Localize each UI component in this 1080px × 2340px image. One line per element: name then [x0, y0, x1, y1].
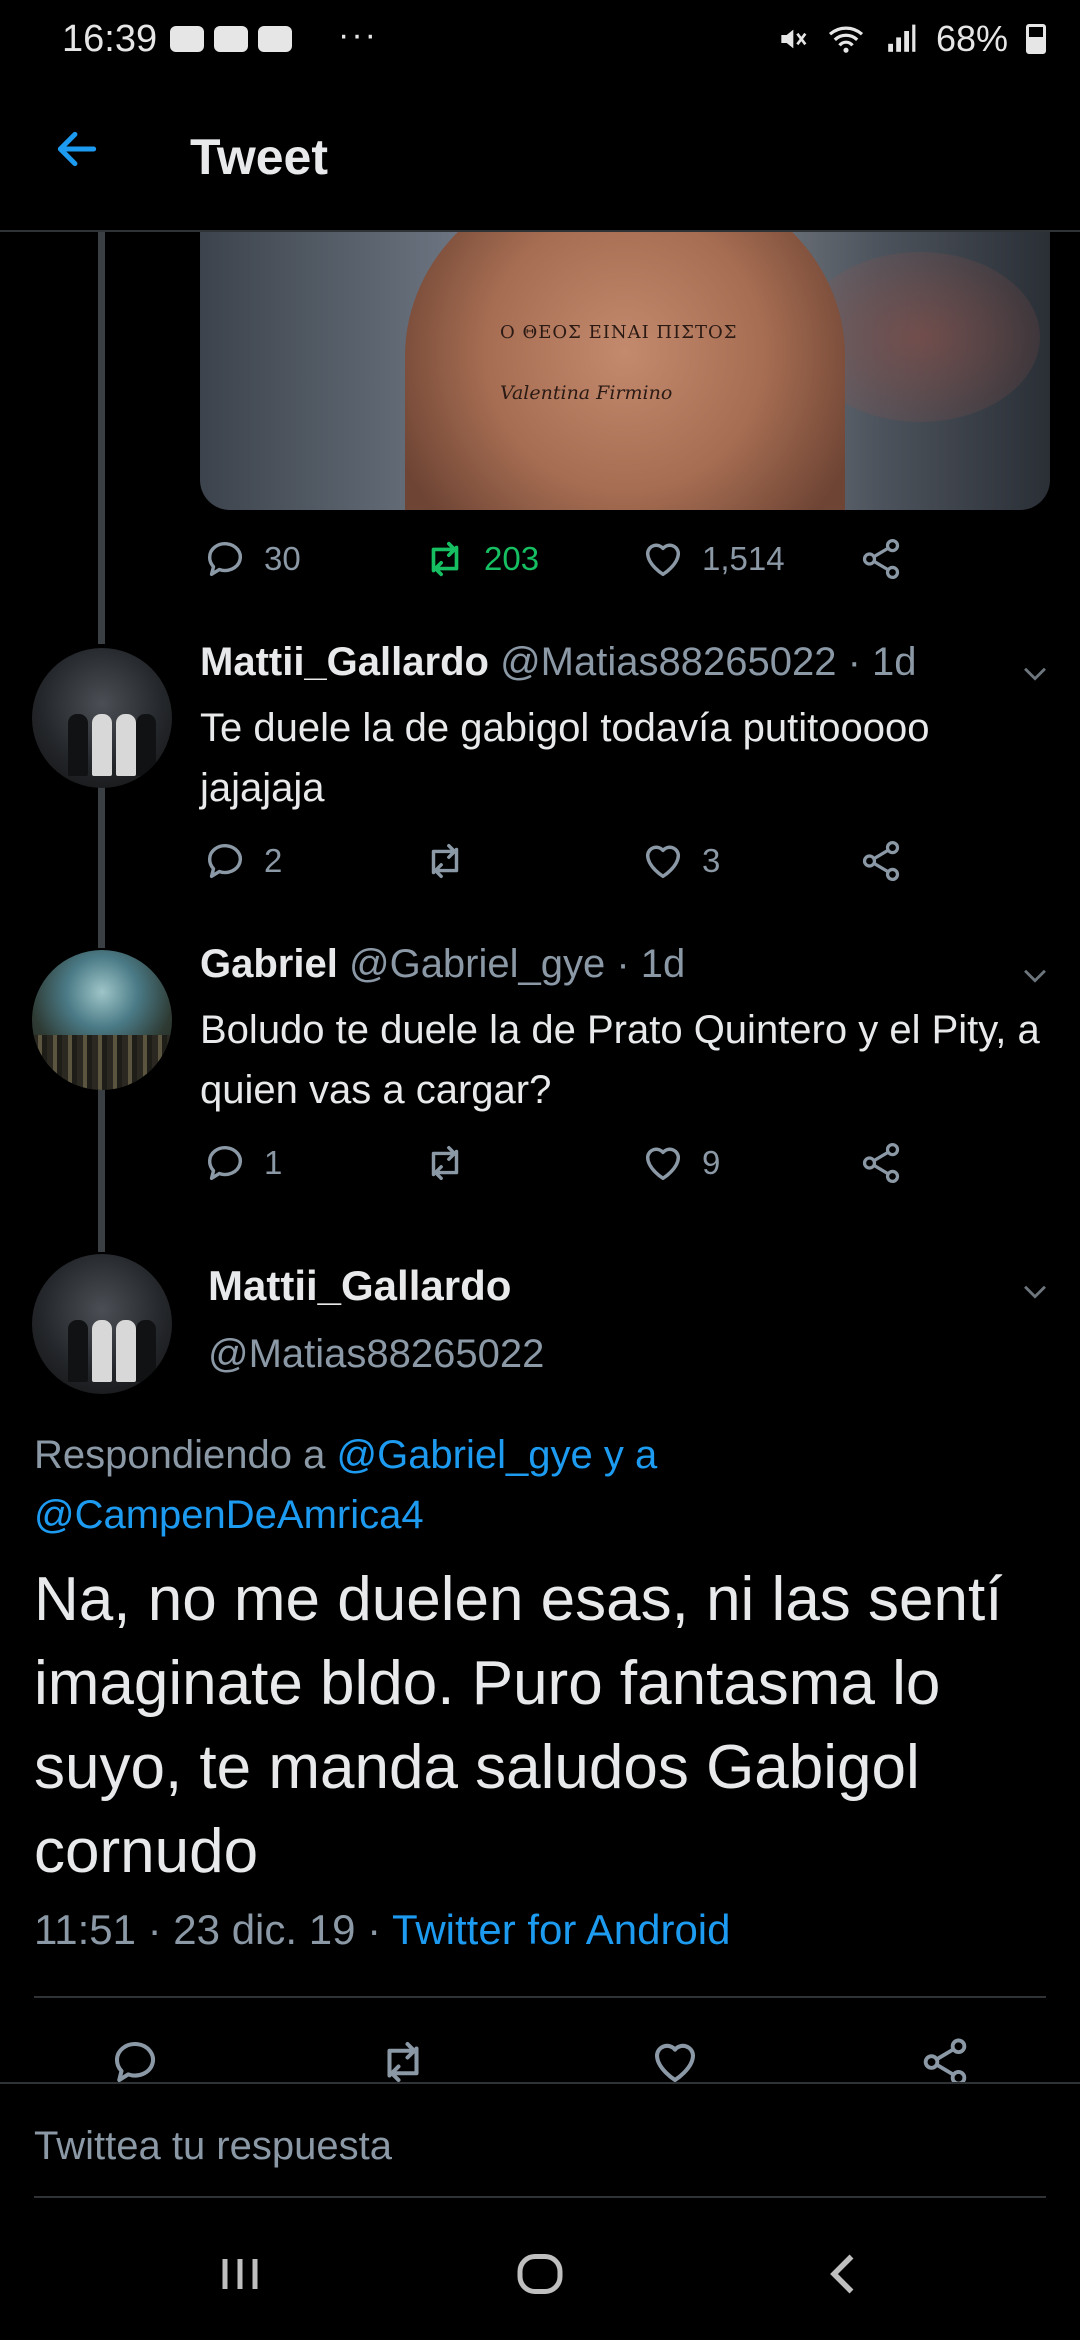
- like-button[interactable]: 3: [640, 838, 720, 884]
- reply-header: Mattii_Gallardo @Matias88265022 · 1d: [200, 640, 917, 685]
- share-icon: [862, 840, 900, 882]
- tweet-author-name[interactable]: Mattii_Gallardo: [208, 1262, 511, 1310]
- heart-icon: [645, 1147, 681, 1181]
- reply-icon: [207, 844, 243, 879]
- status-bar: 16:39 ··· 68%: [0, 0, 1080, 84]
- retweet-icon: [431, 1145, 459, 1181]
- tweet-actions: 2 3: [0, 838, 1080, 894]
- replying-prefix: Respondiendo a: [34, 1433, 337, 1477]
- retweet-button[interactable]: [422, 1140, 468, 1186]
- heart-icon: [654, 2043, 696, 2083]
- share-button[interactable]: [858, 838, 904, 884]
- reply-count: 2: [264, 842, 283, 879]
- tweet-actions: 1 9: [0, 1140, 1080, 1196]
- reply-input[interactable]: Twittea tu respuesta: [34, 2124, 392, 2169]
- reply-button[interactable]: 30: [202, 536, 301, 582]
- top-app-bar: Tweet: [0, 84, 1080, 232]
- reply-author-name[interactable]: Mattii_Gallardo: [200, 640, 489, 684]
- reply-count: 30: [264, 540, 301, 577]
- retweet-button[interactable]: 203: [422, 536, 539, 582]
- image-text: Ο ΘΕΟΣ ΕΙΝΑΙ ΠΙΣΤΟΣ: [500, 322, 738, 343]
- signal-icon: [888, 24, 916, 52]
- share-icon: [923, 2038, 967, 2086]
- share-button[interactable]: [918, 2035, 972, 2089]
- system-icons: 68%: [776, 18, 1046, 60]
- mute-icon: [781, 29, 807, 49]
- heart-icon: [645, 543, 681, 577]
- replying-to: Respondiendo a @Gabriel_gye y a @CampenD…: [34, 1425, 1044, 1545]
- home-icon[interactable]: [510, 2244, 570, 2304]
- system-nav-bar: [0, 2200, 1080, 2340]
- source-link[interactable]: Twitter for Android: [392, 1906, 730, 1953]
- avatar[interactable]: [32, 950, 172, 1090]
- like-count: 3: [702, 842, 721, 879]
- retweet-icon: [387, 2041, 419, 2083]
- share-button[interactable]: [858, 1140, 904, 1186]
- recents-icon[interactable]: [210, 2244, 270, 2304]
- like-count: 9: [702, 1144, 721, 1181]
- tweet-media-image[interactable]: Ο ΘΕΟΣ ΕΙΝΑΙ ΠΙΣΤΟΣ Valentina Firmino: [200, 232, 1050, 510]
- page-title: Tweet: [190, 129, 328, 185]
- mention-link[interactable]: @CampenDeAmrica4: [34, 1493, 424, 1537]
- chevron-down-icon[interactable]: [1018, 656, 1052, 690]
- share-icon: [862, 1142, 900, 1184]
- divider: [34, 2196, 1046, 2198]
- tweet-timestamp: 11:51 · 23 dic. 19 · Twitter for Android: [34, 1906, 731, 1954]
- youtube-icon: [258, 26, 292, 52]
- download-icon: [170, 26, 204, 52]
- reply-button[interactable]: 1: [202, 1140, 282, 1186]
- share-button[interactable]: [858, 536, 904, 582]
- reply-button[interactable]: 2: [202, 838, 282, 884]
- wifi-icon: [828, 26, 864, 53]
- retweet-count: 203: [484, 540, 540, 577]
- reply-text: Te duele la de gabigol todavía putitoooo…: [200, 706, 930, 810]
- reply-icon: [207, 542, 243, 577]
- like-button[interactable]: 9: [640, 1140, 720, 1186]
- avatar[interactable]: [32, 648, 172, 788]
- reply-header: Gabriel @Gabriel_gye · 1d: [200, 942, 685, 987]
- reply-author-meta: @Gabriel_gye · 1d: [348, 942, 686, 986]
- retweet-button[interactable]: [422, 838, 468, 884]
- like-button[interactable]: 1,514: [640, 536, 785, 582]
- reply-author-meta: @Matias88265022 · 1d: [500, 640, 917, 684]
- divider: [34, 1996, 1046, 1998]
- reply-button[interactable]: [108, 2035, 162, 2089]
- image-text: Valentina Firmino: [500, 382, 673, 404]
- heart-icon: [645, 845, 681, 879]
- reply-icon: [207, 1146, 243, 1181]
- retweet-icon: [431, 541, 459, 577]
- reply-author-name[interactable]: Gabriel: [200, 942, 338, 986]
- more-notifications-icon: ···: [338, 16, 378, 54]
- notification-icons: [170, 26, 292, 52]
- reply-icon: [114, 2042, 156, 2083]
- chevron-down-icon[interactable]: [1018, 1274, 1052, 1308]
- tweet-text: Na, no me duelen esas, ni las sentí imag…: [34, 1565, 1003, 1886]
- timestamp-text: 11:51 · 23 dic. 19 ·: [34, 1906, 393, 1953]
- retweet-button[interactable]: [376, 2035, 430, 2089]
- tweet-actions: 30 203 1,514: [0, 536, 1080, 592]
- battery-icon: [1026, 24, 1046, 54]
- like-count: 1,514: [702, 540, 785, 577]
- arrow-left-icon[interactable]: [52, 124, 102, 174]
- share-icon: [862, 538, 900, 580]
- status-time: 16:39: [62, 18, 158, 60]
- back-icon[interactable]: [814, 2244, 874, 2304]
- retweet-icon: [431, 843, 459, 879]
- battery-percent: 68%: [935, 18, 1008, 59]
- mention-link[interactable]: @Gabriel_gye y a: [336, 1433, 657, 1477]
- youtube-icon: [214, 26, 248, 52]
- like-button[interactable]: [648, 2035, 702, 2089]
- tweet-author-handle[interactable]: @Matias88265022: [208, 1332, 544, 1377]
- reply-count: 1: [264, 1144, 283, 1181]
- reply-text: Boludo te duele la de Prato Quintero y e…: [200, 1008, 1040, 1112]
- avatar[interactable]: [32, 1254, 172, 1394]
- chevron-down-icon[interactable]: [1018, 958, 1052, 992]
